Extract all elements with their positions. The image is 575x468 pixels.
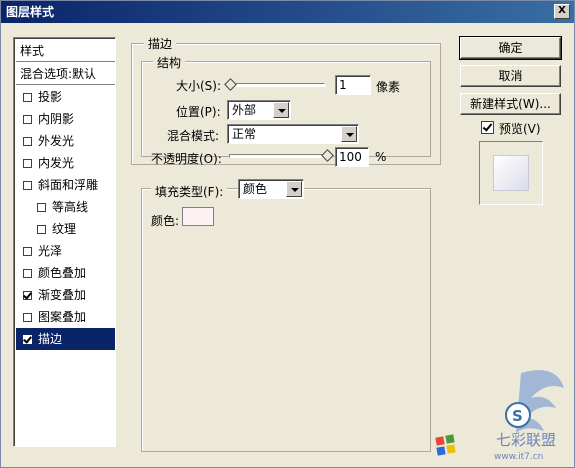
- style-item-label: 内发光: [38, 156, 75, 170]
- title-bar: 图层样式 X: [1, 1, 574, 23]
- blend-options-label: 混合选项:默认: [20, 67, 97, 81]
- position-select[interactable]: 外部: [227, 100, 291, 120]
- watermark-url: www.it7.cn: [494, 452, 543, 462]
- structure-group-title: 结构: [153, 54, 186, 71]
- size-label: 大小(S):: [176, 79, 222, 93]
- stroke-checkbox[interactable]: [23, 335, 32, 344]
- blend-options-item[interactable]: 混合选项:默认: [16, 63, 115, 85]
- watermark-logo: S 七彩联盟 www.it7.cn: [435, 370, 564, 462]
- style-item-label: 投影: [38, 90, 63, 104]
- style-item-label: 光泽: [38, 244, 63, 258]
- new-style-button[interactable]: 新建样式(W)...: [460, 93, 561, 115]
- size-unit: 像素: [376, 80, 401, 94]
- opacity-label: 不透明度(O):: [151, 152, 222, 166]
- position-label: 位置(P):: [176, 105, 221, 119]
- style-item-label: 图案叠加: [38, 310, 87, 324]
- fill-type-select[interactable]: 颜色: [238, 179, 304, 199]
- close-icon: X: [558, 5, 566, 16]
- color-label: 颜色:: [151, 214, 180, 228]
- logo-s-icon: S: [512, 407, 523, 425]
- fill-type-label: 填充类型(F):: [151, 183, 228, 200]
- stroke-group-title: 描边: [144, 35, 177, 52]
- style-item-bevel-emboss[interactable]: 斜面和浮雕: [16, 174, 115, 196]
- style-item-label: 颜色叠加: [38, 266, 87, 280]
- style-item-label: 斜面和浮雕: [38, 178, 99, 192]
- dialog-body: 样式 混合选项:默认 投影 内阴影 外发光 内发光 斜面和浮雕 等高线 纹理 光…: [1, 23, 574, 467]
- style-item-drop-shadow[interactable]: 投影: [16, 86, 115, 108]
- satin-checkbox[interactable]: [23, 247, 32, 256]
- style-item-inner-glow[interactable]: 内发光: [16, 152, 115, 174]
- layer-style-dialog: 图层样式 X 样式 混合选项:默认 投影 内阴影 外发光 内发光 斜面和浮雕 等…: [0, 0, 575, 468]
- style-item-label: 外发光: [38, 134, 75, 148]
- opacity-input[interactable]: 100: [335, 147, 369, 167]
- preview-checkbox[interactable]: [481, 121, 494, 134]
- pattern-overlay-checkbox[interactable]: [23, 313, 32, 322]
- styles-header-label: 样式: [20, 44, 45, 58]
- chevron-down-icon: [273, 102, 289, 118]
- style-item-label: 描边: [38, 332, 63, 346]
- style-item-label: 渐变叠加: [38, 288, 87, 302]
- style-item-label: 纹理: [52, 222, 77, 236]
- bevel-emboss-checkbox[interactable]: [23, 181, 32, 190]
- style-item-stroke[interactable]: 描边: [16, 328, 115, 350]
- style-item-label: 等高线: [52, 200, 89, 214]
- inner-glow-checkbox[interactable]: [23, 159, 32, 168]
- texture-checkbox[interactable]: [37, 225, 46, 234]
- blend-mode-value: 正常: [232, 127, 257, 141]
- fill-group: [141, 188, 431, 452]
- style-item-label: 内阴影: [38, 112, 75, 126]
- size-slider[interactable]: [229, 83, 325, 87]
- styles-list: 样式 混合选项:默认 投影 内阴影 外发光 内发光 斜面和浮雕 等高线 纹理 光…: [13, 37, 116, 447]
- drop-shadow-checkbox[interactable]: [23, 93, 32, 102]
- color-overlay-checkbox[interactable]: [23, 269, 32, 278]
- size-input[interactable]: 1: [335, 75, 371, 95]
- style-item-satin[interactable]: 光泽: [16, 240, 115, 262]
- watermark-text: 七彩联盟: [496, 431, 556, 449]
- styles-header[interactable]: 样式: [16, 40, 115, 62]
- chevron-down-icon: [341, 126, 357, 142]
- cancel-button[interactable]: 取消: [460, 65, 561, 87]
- gradient-overlay-checkbox[interactable]: [23, 291, 32, 300]
- style-item-color-overlay[interactable]: 颜色叠加: [16, 262, 115, 284]
- fill-type-value: 颜色: [243, 182, 268, 196]
- preview-swatch: [493, 155, 529, 191]
- color-swatch[interactable]: [182, 207, 214, 226]
- window-title: 图层样式: [6, 5, 55, 19]
- chevron-down-icon: [286, 181, 302, 197]
- style-item-outer-glow[interactable]: 外发光: [16, 130, 115, 152]
- opacity-unit: %: [375, 150, 387, 164]
- position-value: 外部: [232, 103, 257, 117]
- outer-glow-checkbox[interactable]: [23, 137, 32, 146]
- style-item-contour[interactable]: 等高线: [16, 196, 115, 218]
- style-item-texture[interactable]: 纹理: [16, 218, 115, 240]
- contour-checkbox[interactable]: [37, 203, 46, 212]
- style-item-pattern-overlay[interactable]: 图案叠加: [16, 306, 115, 328]
- blend-mode-select[interactable]: 正常: [227, 124, 359, 144]
- style-item-gradient-overlay[interactable]: 渐变叠加: [16, 284, 115, 306]
- inner-shadow-checkbox[interactable]: [23, 115, 32, 124]
- ok-button[interactable]: 确定: [459, 36, 562, 60]
- preview-label[interactable]: 预览(V): [499, 120, 541, 137]
- close-button[interactable]: X: [554, 4, 570, 19]
- windows-flag-icon: [435, 434, 456, 456]
- style-item-inner-shadow[interactable]: 内阴影: [16, 108, 115, 130]
- blend-mode-label: 混合模式:: [167, 129, 220, 143]
- opacity-slider[interactable]: [229, 154, 329, 158]
- style-preview: [479, 141, 543, 205]
